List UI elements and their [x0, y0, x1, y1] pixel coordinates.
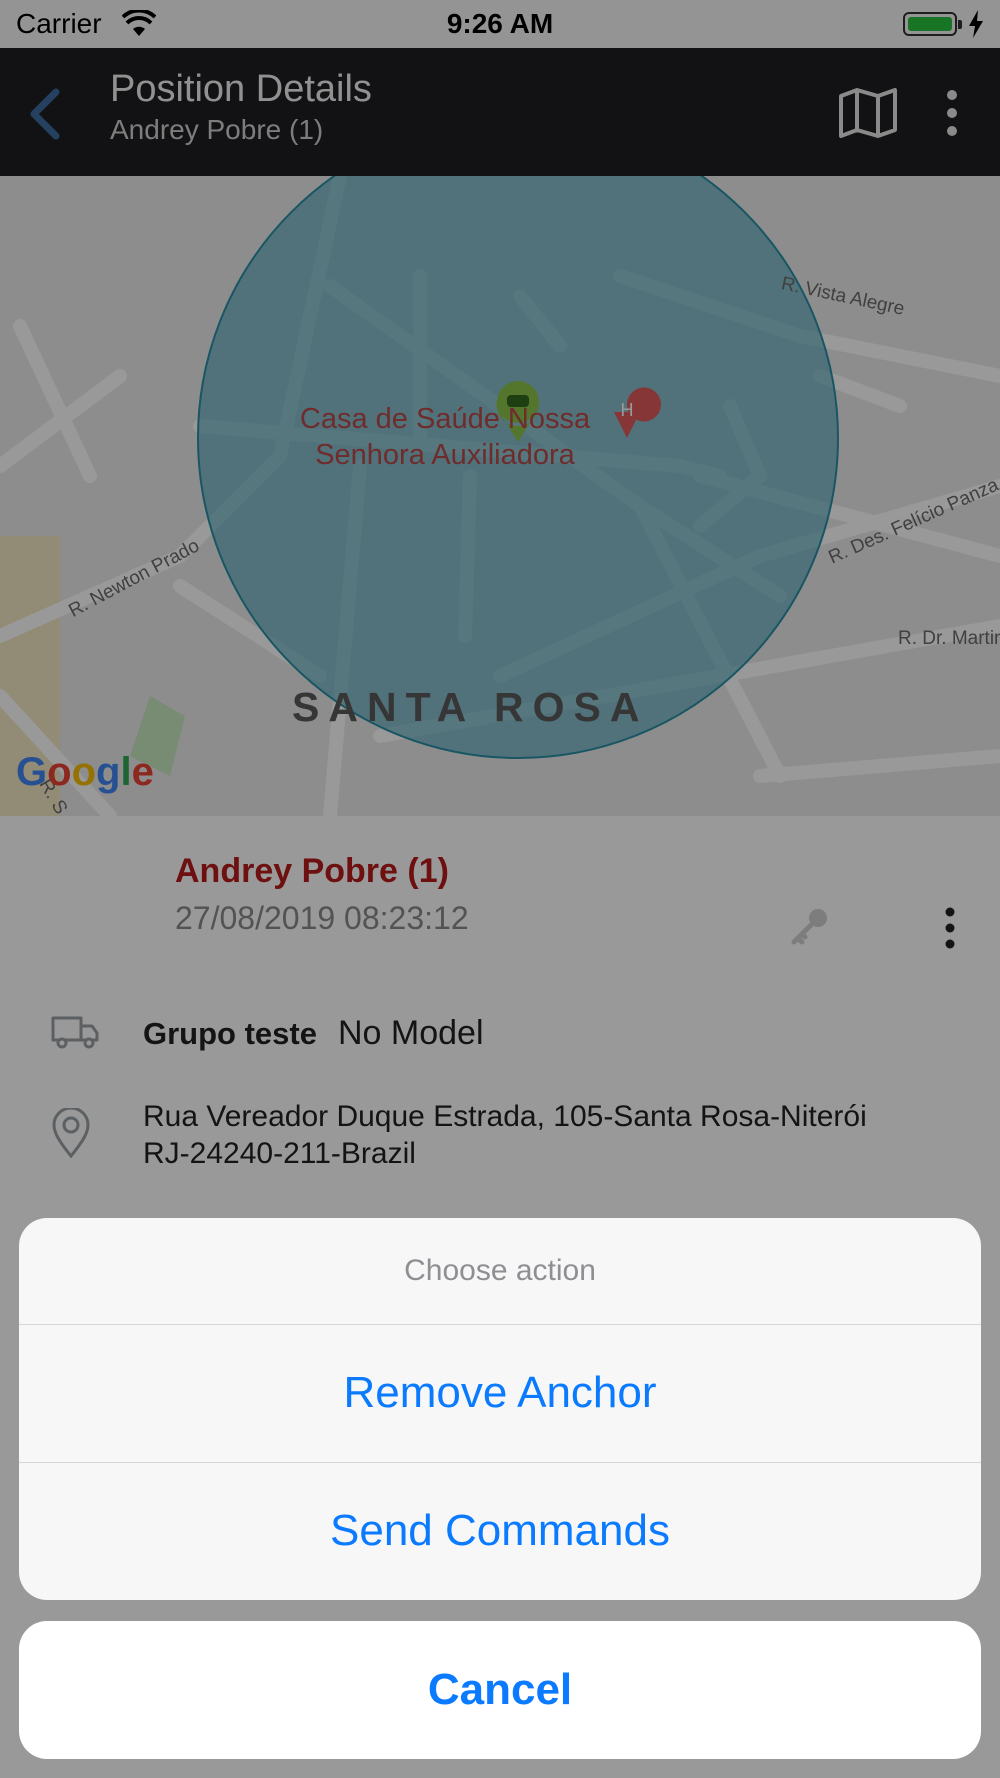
- cancel-button[interactable]: Cancel: [19, 1621, 981, 1759]
- send-commands-button[interactable]: Send Commands: [19, 1462, 981, 1600]
- action-sheet-title: Choose action: [404, 1254, 596, 1287]
- remove-anchor-button[interactable]: Remove Anchor: [19, 1324, 981, 1462]
- action-sheet: Choose action Remove Anchor Send Command…: [19, 1218, 981, 1600]
